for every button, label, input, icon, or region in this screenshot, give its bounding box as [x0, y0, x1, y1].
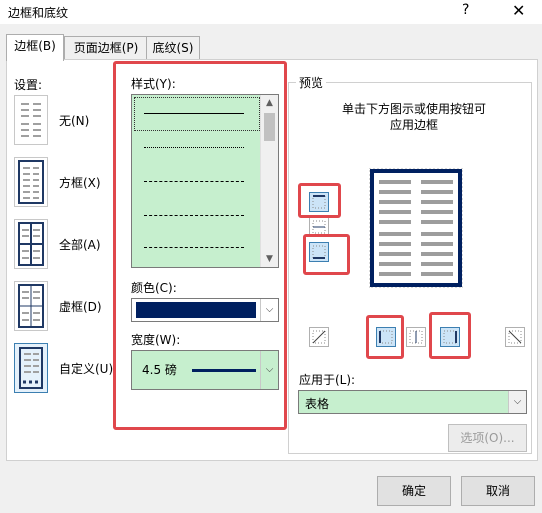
window-title: 边框和底纹 — [8, 6, 69, 20]
preview-heading: 预览 — [296, 74, 327, 91]
preset-all-icon — [18, 222, 44, 266]
help-button[interactable]: ? — [462, 2, 469, 18]
preset-custom-label: 自定义(U) — [59, 362, 114, 376]
diagonal-down-border-icon[interactable] — [505, 327, 525, 347]
diagonal-up-border-icon[interactable] — [309, 327, 329, 347]
annotation-left-border — [366, 315, 404, 359]
tab-shading[interactable]: 底纹(S) — [146, 36, 200, 60]
settings-heading: 设置: — [14, 78, 43, 92]
inside-vertical-border-icon[interactable] — [406, 327, 426, 347]
preset-grid[interactable] — [14, 281, 48, 331]
preset-custom-icon — [19, 347, 43, 389]
annotation-style-panel — [113, 61, 287, 430]
preset-grid-icon — [18, 284, 44, 328]
ok-button[interactable]: 确定 — [377, 476, 451, 506]
annotation-top-border — [298, 183, 341, 218]
annotation-bottom-border — [303, 234, 350, 275]
preset-grid-label: 虚框(D) — [59, 300, 102, 314]
preset-box[interactable] — [14, 157, 48, 207]
tab-borders[interactable]: 边框(B) — [6, 34, 64, 61]
preset-custom[interactable] — [14, 343, 48, 393]
preview-diagram[interactable] — [368, 167, 464, 289]
preset-box-icon — [18, 160, 44, 204]
preset-box-label: 方框(X) — [59, 176, 101, 190]
preset-none[interactable] — [14, 95, 48, 145]
options-button[interactable]: 选项(O)... — [448, 424, 527, 452]
title-bar — [0, 0, 542, 24]
preset-none-label: 无(N) — [59, 114, 90, 128]
preview-table-icon — [368, 167, 464, 289]
cancel-button[interactable]: 取消 — [461, 476, 535, 506]
annotation-right-border — [429, 312, 471, 359]
close-button[interactable]: ✕ — [512, 1, 525, 20]
preview-hint-2: 应用边框 — [389, 118, 438, 132]
apply-to-select[interactable]: 表格 ⌵ — [298, 390, 527, 414]
chevron-down-icon[interactable]: ⌵ — [508, 391, 526, 413]
preset-none-icon — [21, 103, 41, 137]
tab-page-border[interactable]: 页面边框(P) — [64, 36, 148, 60]
preset-all[interactable] — [14, 219, 48, 269]
preview-hint-1: 单击下方图示或使用按钮可 — [341, 102, 486, 116]
preset-all-label: 全部(A) — [59, 238, 101, 252]
apply-to-value: 表格 — [305, 397, 330, 411]
apply-to-heading: 应用于(L): — [299, 373, 356, 387]
